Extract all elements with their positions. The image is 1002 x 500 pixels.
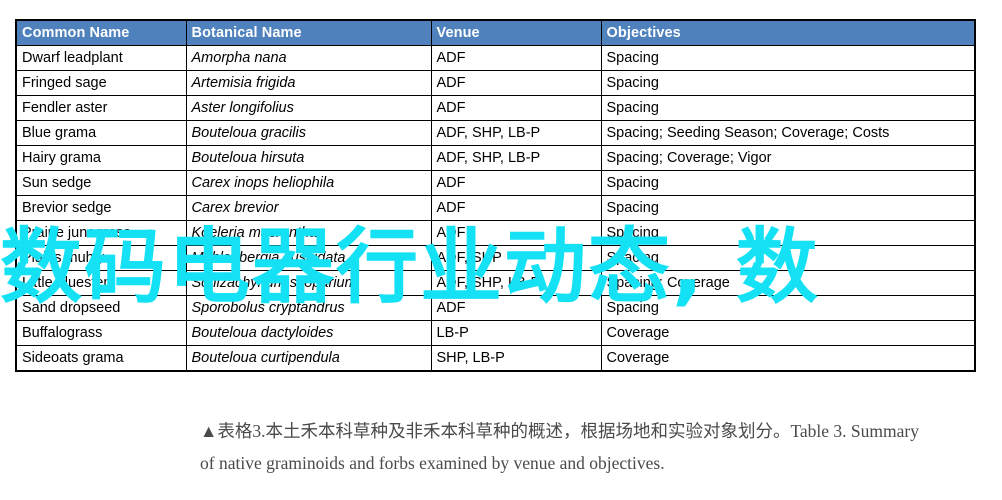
- table-row: Fendler aster Aster longifolius ADF Spacing: [15, 95, 976, 121]
- cell-botanical-name: Bouteloua curtipendula: [185, 345, 432, 372]
- cell-objectives: Spacing; Coverage: [600, 270, 976, 296]
- table-container: Common Name Botanical Name Venue Objecti…: [15, 19, 976, 372]
- cell-venue: ADF, SHP, LB-P: [430, 120, 602, 146]
- caption-line-1: ▲表格3.本土禾本科草种及非禾本科草种的概述，根据场地和实验对象划分。Table…: [200, 421, 919, 441]
- cell-botanical-name: Bouteloua gracilis: [185, 120, 432, 146]
- cell-venue: ADF: [430, 45, 602, 71]
- cell-venue: ADF: [430, 220, 602, 246]
- column-header-venue: Venue: [430, 19, 602, 46]
- cell-objectives: Spacing: [600, 70, 976, 96]
- table-header-row: Common Name Botanical Name Venue Objecti…: [15, 19, 976, 46]
- table-row: Prairie junegrass Koeleria macrantha ADF Sp…: [15, 220, 976, 246]
- cell-common-name: Sand dropseed: [15, 295, 187, 321]
- cell-common-name: Fringed sage: [15, 70, 187, 96]
- column-header-botanical-name: Botanical Name: [185, 19, 432, 46]
- cell-common-name: Sun sedge: [15, 170, 187, 196]
- cell-common-name: Buffalograss: [15, 320, 187, 346]
- table-caption: ▲表格3.本土禾本科草种及非禾本科草种的概述，根据场地和实验对象划分。Table…: [200, 415, 975, 480]
- cell-common-name: Prairie junegrass: [15, 220, 187, 246]
- table-header: Common Name Botanical Name Venue Objecti…: [15, 19, 976, 46]
- table-body: Dwarf leadplant Amorpha nana ADF Spacing Fri…: [15, 45, 976, 372]
- cell-common-name: Dwarf leadplant: [15, 45, 187, 71]
- table-row: Little bluestem Schizachyrium scoparium AD…: [15, 270, 976, 296]
- cell-objectives: Spacing: [600, 295, 976, 321]
- cell-objectives: Coverage: [600, 345, 976, 372]
- cell-venue: ADF: [430, 295, 602, 321]
- cell-venue: ADF: [430, 70, 602, 96]
- cell-venue: ADF: [430, 170, 602, 196]
- cell-objectives: Coverage: [600, 320, 976, 346]
- cell-venue: ADF: [430, 195, 602, 221]
- table-row: Blue grama Bouteloua gracilis ADF, SHP, LB…: [15, 120, 976, 146]
- cell-objectives: Spacing; Coverage; Vigor: [600, 145, 976, 171]
- column-header-objectives: Objectives: [600, 19, 976, 46]
- table-row: Buffalograss Bouteloua dactyloides LB-P Cov…: [15, 320, 976, 346]
- cell-botanical-name: Muhlenbergia cuspidata: [185, 245, 432, 271]
- cell-botanical-name: Amorpha nana: [185, 45, 432, 71]
- cell-botanical-name: Koeleria macrantha: [185, 220, 432, 246]
- cell-objectives: Spacing: [600, 245, 976, 271]
- table-row: Brevior sedge Carex brevior ADF Spacing: [15, 195, 976, 221]
- table-row: Fringed sage Artemisia frigida ADF Spacing: [15, 70, 976, 96]
- species-table: Common Name Botanical Name Venue Objecti…: [15, 19, 976, 372]
- caption-line-2: of native graminoids and forbs examined …: [200, 453, 665, 474]
- cell-objectives: Spacing: [600, 170, 976, 196]
- table-row: Sun sedge Carex inops heliophila ADF Spacin…: [15, 170, 976, 196]
- cell-objectives: Spacing: [600, 45, 976, 71]
- cell-common-name: Sideoats grama: [15, 345, 187, 372]
- cell-botanical-name: Sporobolus cryptandrus: [185, 295, 432, 321]
- cell-botanical-name: Bouteloua hirsuta: [185, 145, 432, 171]
- cell-common-name: Plains muhly: [15, 245, 187, 271]
- table-row: Plains muhly Muhlenbergia cuspidata ADF, S…: [15, 245, 976, 271]
- cell-botanical-name: Bouteloua dactyloides: [185, 320, 432, 346]
- cell-botanical-name: Artemisia frigida: [185, 70, 432, 96]
- cell-objectives: Spacing: [600, 95, 976, 121]
- cell-venue: ADF, SHP, LB-P: [430, 145, 602, 171]
- cell-venue: ADF: [430, 95, 602, 121]
- cell-common-name: Brevior sedge: [15, 195, 187, 221]
- cell-botanical-name: Schizachyrium scoparium: [185, 270, 432, 296]
- column-header-common-name: Common Name: [15, 19, 187, 46]
- page-root: Common Name Botanical Name Venue Objecti…: [0, 0, 1002, 500]
- cell-common-name: Hairy grama: [15, 145, 187, 171]
- cell-common-name: Blue grama: [15, 120, 187, 146]
- cell-objectives: Spacing: [600, 195, 976, 221]
- table-row: Hairy grama Bouteloua hirsuta ADF, SHP, LB…: [15, 145, 976, 171]
- cell-botanical-name: Aster longifolius: [185, 95, 432, 121]
- cell-venue: LB-P: [430, 320, 602, 346]
- table-row: Dwarf leadplant Amorpha nana ADF Spacing: [15, 45, 976, 71]
- cell-botanical-name: Carex inops heliophila: [185, 170, 432, 196]
- cell-objectives: Spacing: [600, 220, 976, 246]
- cell-common-name: Fendler aster: [15, 95, 187, 121]
- cell-objectives: Spacing; Seeding Season; Coverage; Costs: [600, 120, 976, 146]
- cell-common-name: Little bluestem: [15, 270, 187, 296]
- cell-venue: ADF, SHP: [430, 245, 602, 271]
- table-row: Sand dropseed Sporobolus cryptandrus ADF Sp…: [15, 295, 976, 321]
- table-row: Sideoats grama Bouteloua curtipendula SHP,…: [15, 345, 976, 372]
- cell-venue: SHP, LB-P: [430, 345, 602, 372]
- cell-botanical-name: Carex brevior: [185, 195, 432, 221]
- cell-venue: ADF, SHP, LB-P: [430, 270, 602, 296]
